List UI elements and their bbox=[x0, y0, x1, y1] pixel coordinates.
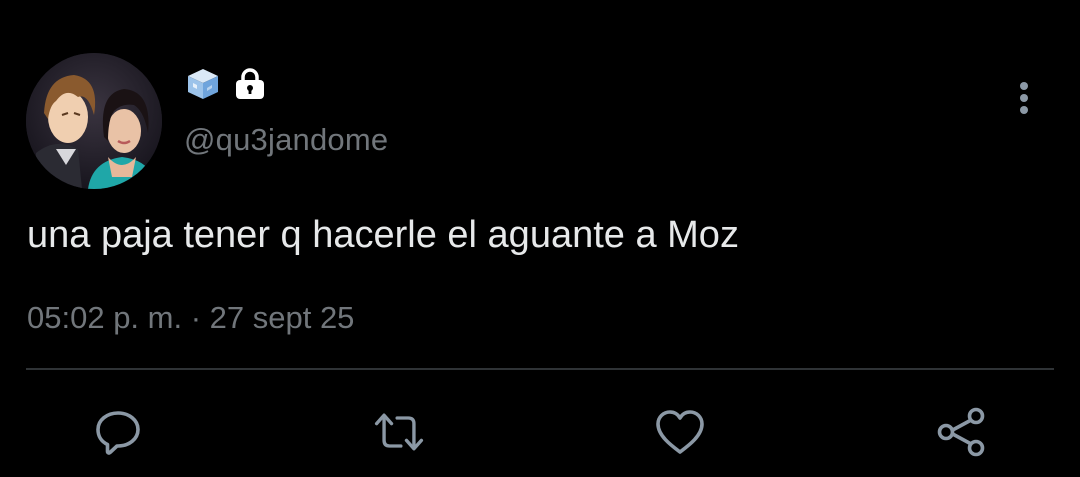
like-button[interactable] bbox=[652, 404, 708, 460]
tweet-timestamp[interactable]: 05:02 p. m. · 27 sept 25 bbox=[27, 300, 354, 336]
more-options-button[interactable] bbox=[1008, 78, 1040, 118]
tweet-text: una paja tener q hacerle el aguante a Mo… bbox=[27, 214, 739, 256]
share-button[interactable] bbox=[934, 404, 990, 460]
like-icon bbox=[656, 410, 704, 454]
reply-button[interactable] bbox=[90, 404, 146, 460]
more-vertical-icon bbox=[1020, 82, 1028, 114]
display-name-row bbox=[185, 66, 267, 106]
share-icon bbox=[937, 407, 985, 457]
user-handle[interactable]: @qu3jandome bbox=[184, 122, 388, 158]
retweet-button[interactable] bbox=[371, 404, 427, 460]
ice-cube-emoji-icon bbox=[185, 66, 221, 107]
reply-icon bbox=[96, 411, 140, 455]
lock-icon bbox=[233, 67, 267, 106]
tweet: @qu3jandome una paja tener q hacerle el … bbox=[0, 0, 1080, 477]
retweet-icon bbox=[374, 413, 424, 451]
avatar[interactable] bbox=[26, 53, 162, 189]
divider bbox=[26, 368, 1054, 370]
